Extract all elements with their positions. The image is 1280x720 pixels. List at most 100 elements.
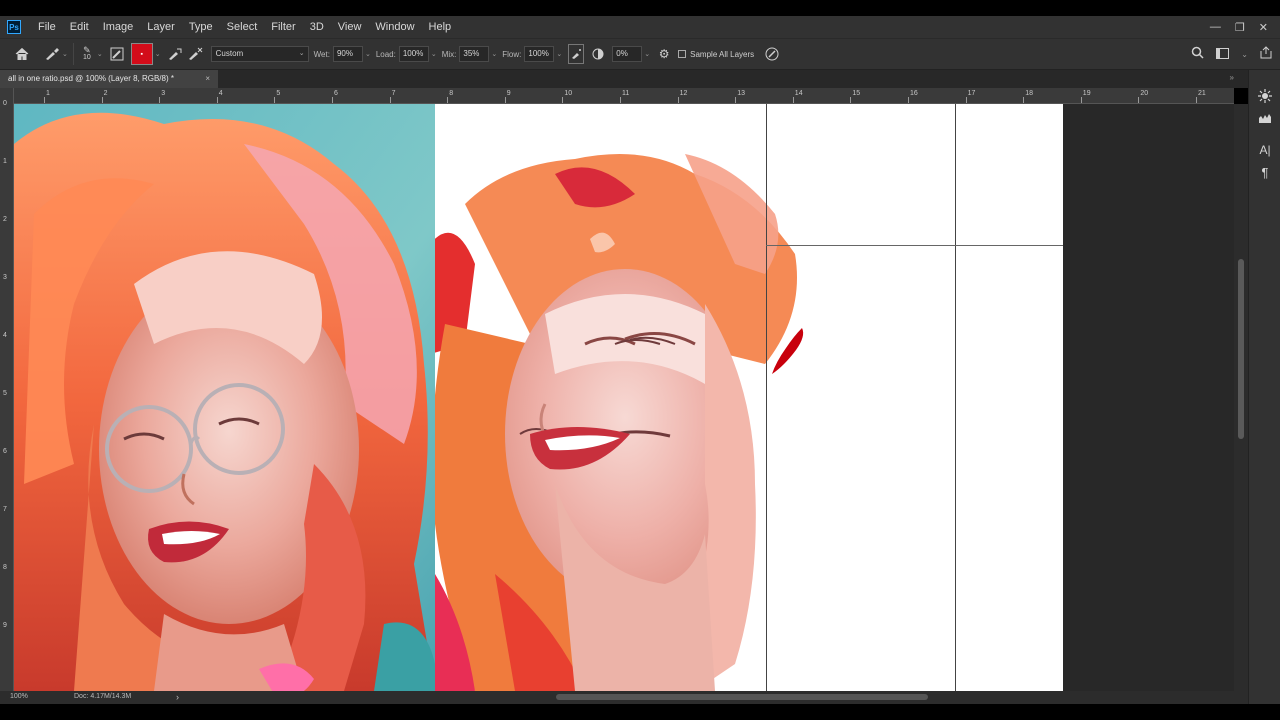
horizontal-scroll-thumb[interactable] [556,694,928,700]
menu-help[interactable]: Help [422,16,459,38]
bottom-letterbox [0,704,1280,720]
ruler-label: 21 [1198,90,1206,97]
close-window-button[interactable]: ✕ [1259,21,1268,34]
workspace-caret-icon[interactable]: ⌄ [1241,50,1248,59]
ruler-tick [44,97,45,103]
ruler-label: 4 [218,90,223,97]
load-label: Load: [375,49,396,59]
reference-portrait-image [14,104,435,691]
sample-all-layers-label: Sample All Layers [690,49,755,59]
photoshop-logo-icon: Ps [7,20,21,34]
guide-horizontal-1[interactable] [766,245,1063,246]
vertical-ruler[interactable]: 0 1 2 3 4 5 6 7 8 9 [0,88,14,691]
mixer-brush-tool-icon[interactable] [44,44,60,64]
ruler-label: 5 [3,390,7,397]
guide-vertical-2[interactable] [955,104,956,691]
flow-caret-icon[interactable]: ⌄ [556,50,562,58]
brush-settings-panel-icon[interactable] [109,44,125,64]
ruler-tick [792,97,794,103]
menu-image[interactable]: Image [96,16,141,38]
sample-all-layers-checkbox[interactable] [678,50,687,58]
ruler-tick [908,97,909,103]
ruler-label: 0 [3,100,7,107]
brush-stroke-mark [772,328,804,374]
current-brush-color-swatch[interactable]: ▪ [130,43,153,65]
horizontal-ruler[interactable]: 1 2 3 4 5 6 7 8 9 10 11 12 13 14 15 16 17 18 19 20 21 [14,88,1234,104]
tool-preset-caret-icon[interactable]: ⌄ [62,50,68,58]
ruler-tick [101,97,103,103]
zoom-level[interactable]: 100% [10,693,28,700]
ruler-label: 6 [3,448,7,455]
ruler-label: 1 [46,90,50,97]
ruler-tick [965,97,967,103]
mix-field[interactable]: 35% [459,46,490,62]
character-panel-icon[interactable]: A| [1257,142,1273,158]
smoothing-field[interactable]: 0% [612,46,643,62]
ruler-tick [504,97,506,103]
top-letterbox [0,0,1280,16]
ruler-label: 3 [3,274,7,281]
vertical-scrollbar[interactable] [1234,104,1248,691]
smoothing-caret-icon[interactable]: ⌄ [644,50,650,58]
guide-vertical-1[interactable] [766,104,767,691]
menu-layer[interactable]: Layer [140,16,182,38]
swatch-marker-icon: ▪ [140,50,143,58]
collapse-panels-icon[interactable]: » [1230,73,1234,82]
document-tab[interactable]: all in one ratio.psd @ 100% (Layer 8, RG… [0,70,218,88]
minimize-button[interactable]: — [1210,21,1221,33]
paragraph-panel-icon[interactable]: ¶ [1257,164,1273,180]
ruler-label: 9 [506,90,511,97]
status-bar: 100% Doc: 4.17M/14.3M › [0,691,1248,704]
gear-icon[interactable]: ⚙ [656,44,672,64]
load-brush-after-stroke-icon[interactable] [167,44,183,64]
workspace-icon[interactable] [1216,47,1230,62]
ruler-label: 5 [276,90,281,97]
chevron-down-icon: ⌄ [298,50,305,57]
pressure-brush-icon[interactable] [764,44,780,64]
search-icon[interactable] [1191,46,1204,62]
ruler-tick [735,97,737,103]
wet-field[interactable]: 90% [332,46,363,62]
ruler-label: 19 [1082,90,1091,97]
status-menu-arrow-icon[interactable]: › [176,692,179,702]
brush-preset-caret-icon[interactable]: ⌄ [97,50,103,58]
home-icon[interactable] [14,44,30,64]
vertical-scroll-thumb[interactable] [1238,259,1244,439]
mix-caret-icon[interactable]: ⌄ [491,50,497,58]
smoothing-icon[interactable] [590,44,606,64]
ruler-label: 16 [910,90,918,97]
load-caret-icon[interactable]: ⌄ [431,50,437,58]
menu-window[interactable]: Window [368,16,421,38]
restore-button[interactable]: ❐ [1235,21,1245,34]
brush-size-label: 10 [82,54,91,61]
share-icon[interactable] [1260,46,1272,62]
ruler-label: 11 [622,90,630,97]
menu-select[interactable]: Select [220,16,265,38]
document-canvas[interactable] [14,104,1063,691]
document-tab-bar: all in one ratio.psd @ 100% (Layer 8, RG… [0,70,1248,88]
brush-preset-picker[interactable]: ✎ 10 [79,44,95,64]
ruler-tick [1138,97,1140,103]
menu-edit[interactable]: Edit [63,16,96,38]
mixer-preset-dropdown[interactable]: Custom ⌄ [210,46,309,62]
menu-type[interactable]: Type [182,16,220,38]
menu-filter[interactable]: Filter [264,16,302,38]
menu-view[interactable]: View [331,16,369,38]
clean-brush-after-stroke-icon[interactable] [187,44,203,64]
menu-3d[interactable]: 3D [303,16,331,38]
load-field[interactable]: 100% [398,46,429,62]
load-swatch-caret-icon[interactable]: ⌄ [155,50,161,58]
ruler-tick [677,97,679,103]
ruler-tick [850,97,852,103]
airbrush-toggle-icon[interactable] [568,44,585,64]
document-size-info: Doc: 4.17M/14.3M [74,693,132,700]
ruler-label: 3 [161,90,166,97]
close-icon[interactable]: × [205,70,210,88]
flow-field[interactable]: 100% [524,46,555,62]
navigator-icon[interactable] [1257,88,1273,104]
histogram-icon[interactable] [1257,110,1273,126]
menu-file[interactable]: File [31,16,63,38]
wet-caret-icon[interactable]: ⌄ [365,50,371,58]
right-panel-dock: A| ¶ [1248,70,1280,704]
window-controls: — ❐ ✕ [1210,16,1268,38]
